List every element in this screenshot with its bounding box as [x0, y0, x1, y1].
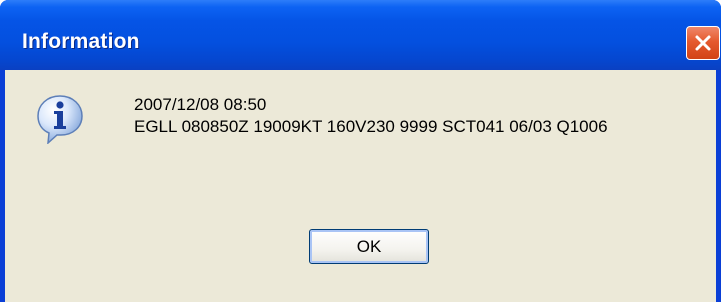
- dialog-title: Information: [22, 30, 140, 53]
- dialog-body: 2007/12/08 08:50 EGLL 080850Z 19009KT 16…: [5, 70, 716, 302]
- close-icon: [695, 35, 711, 51]
- dialog-window: Information 2007/12/08 08:50 EGLL 080850…: [0, 0, 721, 302]
- message-text: 2007/12/08 08:50 EGLL 080850Z 19009KT 16…: [134, 94, 608, 138]
- ok-button[interactable]: OK: [309, 229, 429, 264]
- title-bar[interactable]: Information: [0, 0, 721, 70]
- close-button[interactable]: [686, 26, 720, 60]
- info-icon: [36, 94, 84, 145]
- message-line-date: 2007/12/08 08:50: [134, 95, 267, 114]
- message-line-metar: EGLL 080850Z 19009KT 160V230 9999 SCT041…: [134, 117, 608, 136]
- window-right-border: [716, 70, 721, 302]
